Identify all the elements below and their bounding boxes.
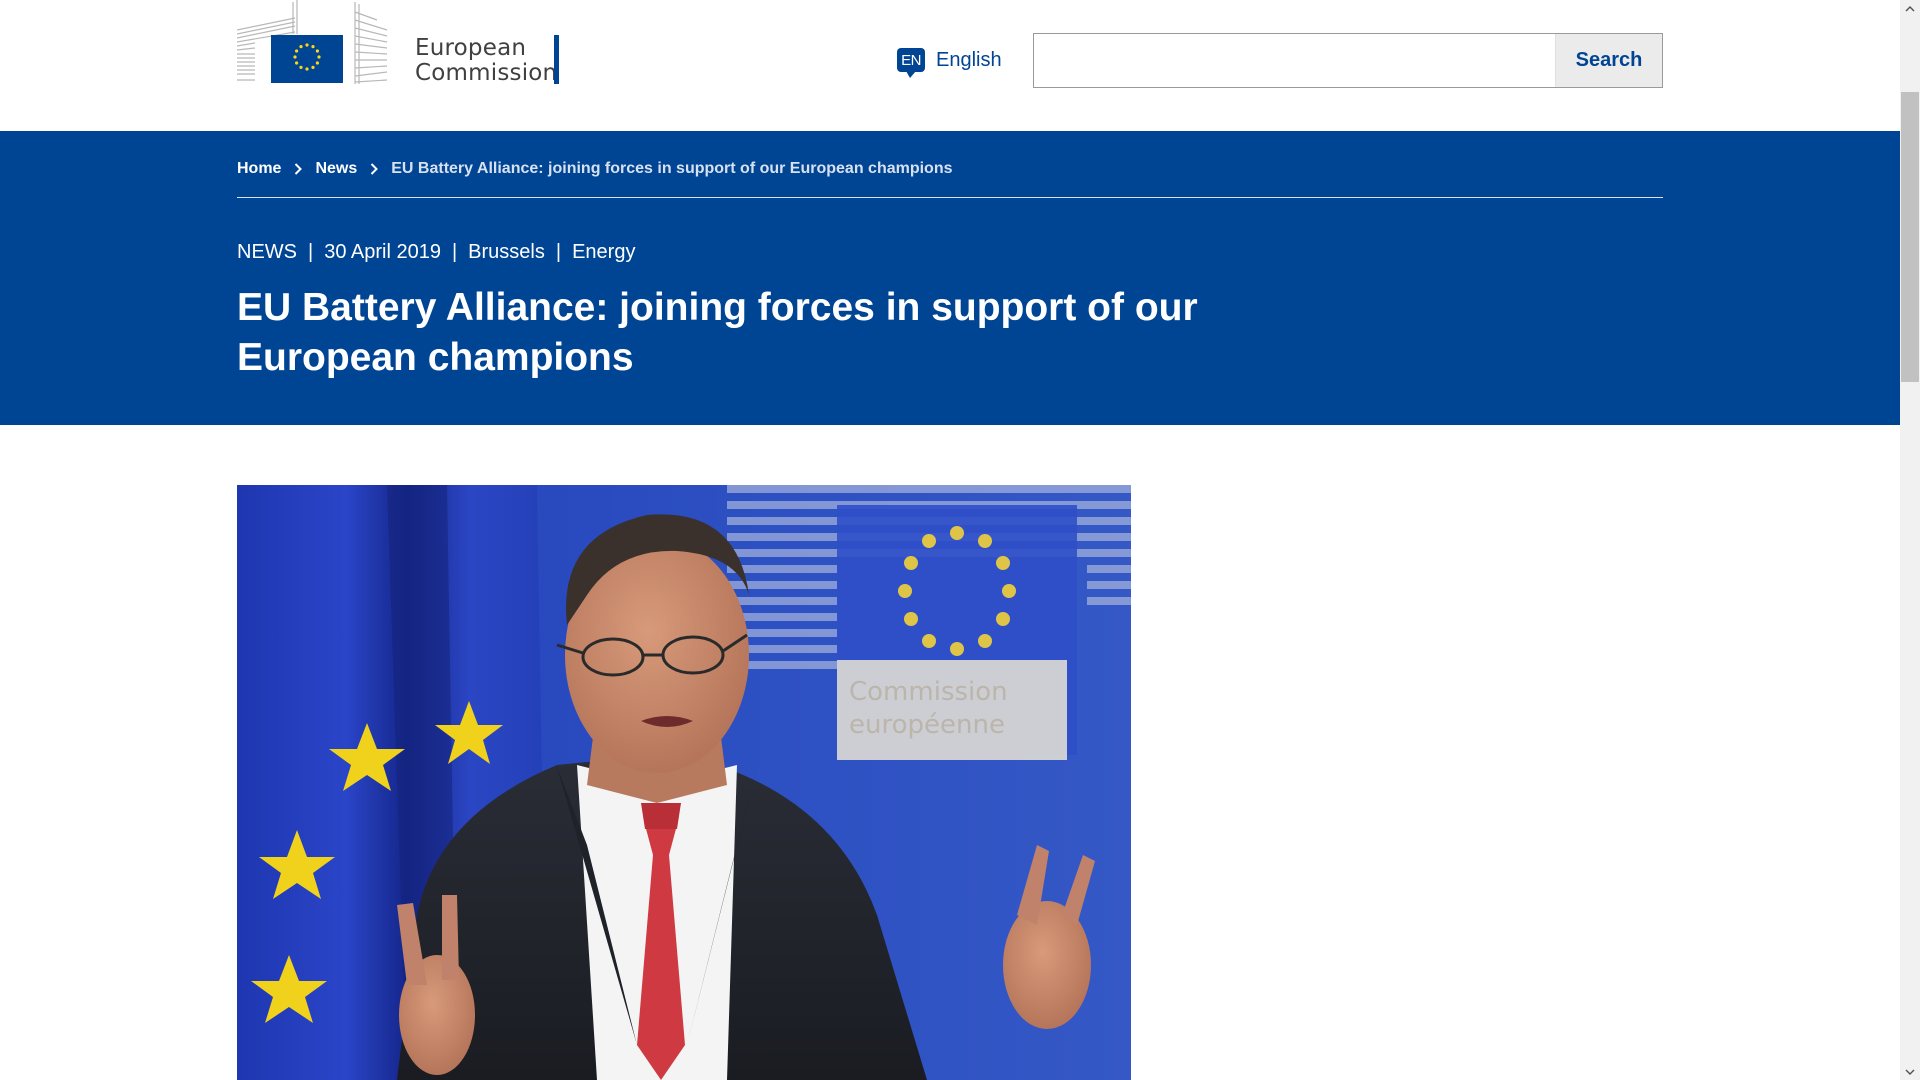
meta-date: 30 April 2019 (324, 241, 441, 263)
breadcrumb: Home News EU Battery Alliance: joining f… (237, 157, 1663, 181)
featured-image: Commission européenne (237, 485, 1131, 1080)
search-button[interactable]: Search (1555, 34, 1662, 87)
scroll-up-arrow-icon[interactable] (1900, 0, 1920, 17)
meta-location: Brussels (468, 241, 545, 263)
page-header: Home News EU Battery Alliance: joining f… (0, 131, 1900, 425)
speech-bubble-icon: EN (897, 48, 925, 78)
meta-topic: Energy (572, 241, 636, 263)
scrollbar-thumb[interactable] (1901, 92, 1919, 382)
main-content: Commission européenne (0, 425, 1900, 1080)
search-form: Search (1033, 33, 1663, 88)
language-selector[interactable]: EN English (897, 45, 1002, 78)
language-code: EN (901, 51, 921, 69)
page-title: EU Battery Alliance: joining forces in s… (237, 286, 1198, 379)
language-label: English (936, 48, 1002, 71)
site-header: European Commission EN English Search (0, 0, 1900, 131)
svg-text:européenne: européenne (849, 710, 1005, 740)
meta-separator: | (451, 241, 458, 263)
scroll-down-arrow-icon[interactable] (1900, 1063, 1920, 1080)
logo-line-1: European (415, 35, 527, 61)
chevron-right-icon (357, 161, 391, 177)
meta-separator: | (555, 241, 562, 263)
logo-wordmark[interactable]: European Commission (415, 36, 557, 86)
logo-line-2: Commission (415, 60, 558, 86)
logo-divider (554, 35, 559, 84)
meta-type: NEWS (237, 241, 297, 263)
breadcrumb-news-link[interactable]: News (315, 160, 357, 178)
breadcrumb-divider (237, 197, 1663, 198)
meta-separator: | (308, 241, 314, 263)
breadcrumb-home-link[interactable]: Home (237, 160, 281, 178)
search-input[interactable] (1034, 34, 1555, 87)
svg-text:Commission: Commission (849, 677, 1008, 707)
breadcrumb-current: EU Battery Alliance: joining forces in s… (391, 160, 953, 177)
page-scrollbar[interactable] (1900, 0, 1920, 1080)
chevron-right-icon (281, 161, 315, 177)
article-meta: NEWS | 30 April 2019 | Brussels | Energy (237, 241, 635, 264)
